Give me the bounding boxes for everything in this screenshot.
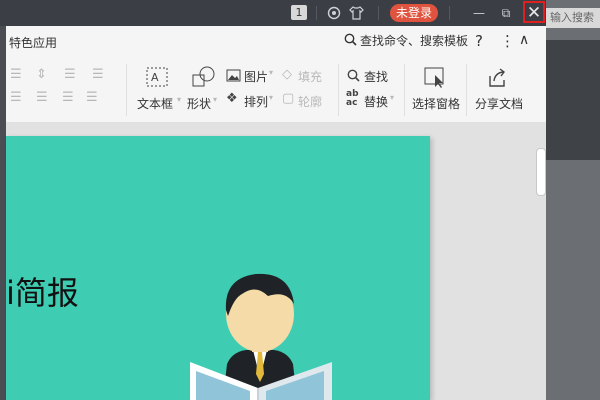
divider (404, 64, 405, 116)
background-search-strip: 输入搜索 (546, 8, 600, 28)
fill-button[interactable]: 填充 (298, 68, 322, 85)
indent-icon[interactable]: ☰ (92, 67, 104, 82)
chevron-down-icon[interactable]: ▾ (269, 93, 273, 102)
collapse-icon[interactable]: ∧ (519, 32, 529, 48)
divider (316, 6, 317, 20)
editing-area: i简报 (6, 122, 546, 400)
tab-special-apps[interactable]: 特色应用 (9, 34, 57, 51)
divider (378, 6, 379, 20)
divider (466, 64, 467, 116)
skin-icon[interactable] (326, 0, 342, 26)
page-count-badge[interactable]: 1 (291, 5, 307, 20)
more-icon[interactable]: ⋮ (500, 32, 515, 50)
help-icon[interactable]: ? (475, 32, 483, 50)
login-button[interactable]: 未登录 (390, 4, 438, 22)
minimize-button[interactable]: — (470, 0, 488, 26)
align-right-icon[interactable]: ☰ (62, 90, 74, 105)
reader-illustration (190, 273, 332, 400)
divider (449, 6, 450, 20)
chevron-down-icon[interactable]: ▾ (269, 68, 273, 77)
align-left-icon[interactable]: ☰ (10, 67, 22, 82)
textbox-icon[interactable]: A (146, 67, 168, 91)
shape-button[interactable]: 形状 (187, 95, 211, 112)
search-icon (344, 33, 357, 49)
background-window: 输入搜索 (546, 0, 600, 400)
chevron-down-icon[interactable]: ▾ (390, 93, 394, 102)
scrollbar-thumb[interactable] (536, 148, 546, 196)
find-icon[interactable] (347, 68, 360, 86)
selection-pane-button[interactable]: 选择窗格 (412, 95, 460, 112)
share-button[interactable]: 分享文档 (475, 95, 523, 112)
picture-button[interactable]: 图片 (244, 68, 268, 85)
svg-text:A: A (151, 71, 159, 84)
align-center-icon[interactable]: ☰ (36, 90, 48, 105)
restore-button[interactable]: ⧉ (497, 0, 515, 26)
list-icon[interactable]: ☰ (64, 67, 76, 82)
chevron-down-icon[interactable]: ▾ (213, 95, 217, 104)
line-spacing-icon[interactable]: ☰ (86, 90, 98, 105)
vertical-scrollbar[interactable] (534, 142, 546, 400)
shape-icon[interactable] (192, 66, 216, 92)
slide-title[interactable]: i简报 (6, 268, 79, 314)
chevron-down-icon[interactable]: ▾ (177, 95, 181, 104)
replace-icon[interactable]: ab ac (346, 90, 359, 108)
fill-icon[interactable]: ◇ (282, 67, 292, 82)
find-button[interactable]: 查找 (364, 68, 388, 85)
arrange-icon[interactable]: ❖ (226, 91, 238, 106)
divider (126, 64, 127, 116)
divider (338, 64, 339, 116)
close-icon: ✕ (526, 3, 542, 23)
distribute-icon[interactable]: ☰ (10, 90, 22, 105)
outline-button[interactable]: 轮廓 (298, 93, 322, 110)
command-search[interactable]: 查找命令、搜索模板 (344, 32, 468, 49)
shirt-icon[interactable] (348, 0, 364, 26)
picture-icon[interactable] (226, 68, 241, 86)
background-block (546, 40, 600, 160)
outline-icon[interactable]: ▢ (282, 91, 294, 106)
title-bar: 1 未登录 — ⧉ ✕ (0, 0, 546, 26)
spacing-icon[interactable]: ⇕ (36, 67, 47, 82)
textbox-button[interactable]: 文本框 (137, 95, 173, 112)
replace-button[interactable]: 替换 (364, 93, 388, 110)
selection-pane-icon[interactable] (424, 67, 446, 93)
share-icon[interactable] (486, 67, 508, 93)
search-label: 查找命令、搜索模板 (360, 34, 469, 48)
close-button[interactable]: ✕ (523, 1, 545, 23)
ribbon: 特色应用 查找命令、搜索模板 ? ⋮ ∧ ☰ ⇕ ☰ ☰ ☰ ☰ ☰ ☰ A 文… (6, 26, 546, 123)
slide[interactable]: i简报 (6, 136, 430, 400)
arrange-button[interactable]: 排列 (244, 93, 268, 110)
